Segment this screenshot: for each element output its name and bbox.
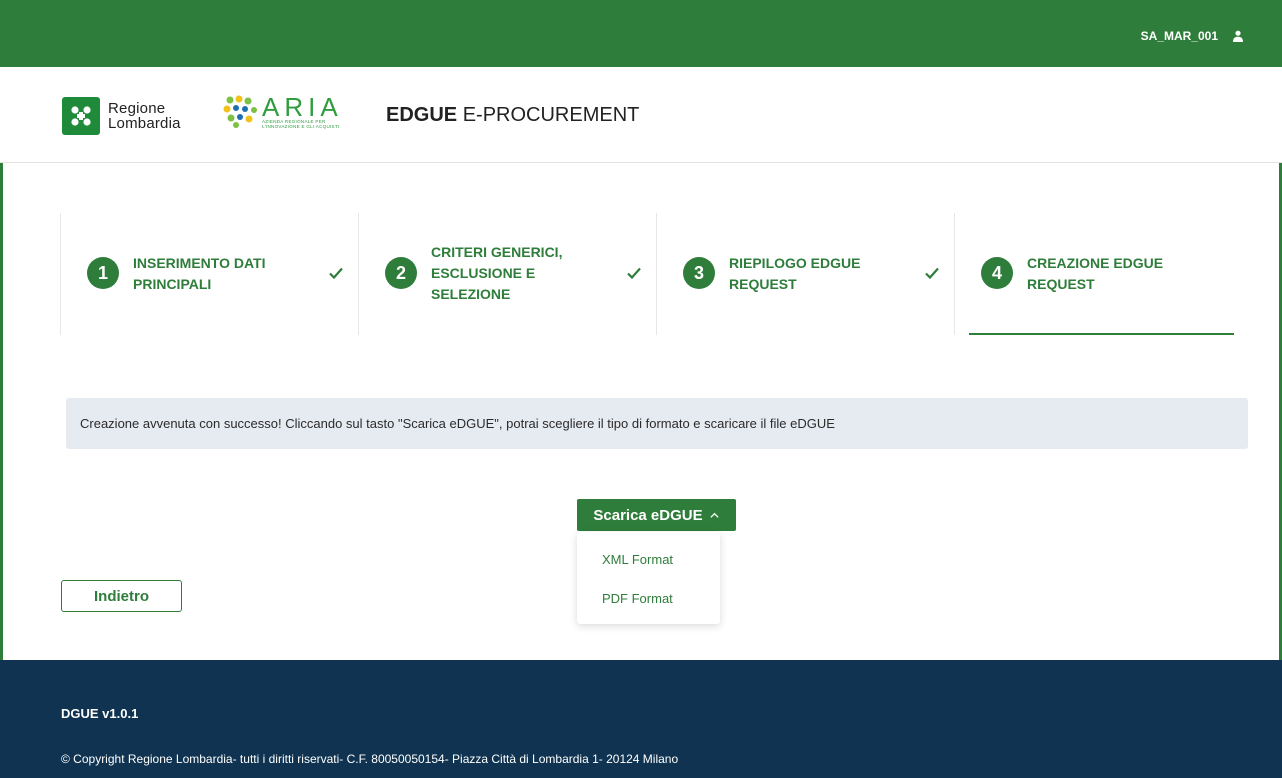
regione-lombardia-mark-icon bbox=[62, 97, 100, 135]
footer: DGUE v1.0.1 © Copyright Regione Lombardi… bbox=[0, 660, 1282, 778]
check-icon bbox=[925, 267, 939, 280]
step-label: CRITERI GENERICI, ESCLUSIONE E SELEZIONE bbox=[431, 244, 563, 302]
aria-logo[interactable]: ARIA AZIENDA REGIONALE PER L'INNOVAZIONE… bbox=[222, 92, 357, 129]
step-number: 4 bbox=[981, 257, 1013, 289]
site-header: Regione Lombardia ARIA AZIENDA REGIONALE… bbox=[0, 67, 1282, 163]
format-dropdown: XML Format PDF Format bbox=[577, 532, 720, 624]
step-number: 3 bbox=[683, 257, 715, 289]
download-button-label: Scarica eDGUE bbox=[593, 506, 703, 524]
xml-format-option[interactable]: XML Format bbox=[602, 552, 673, 567]
app-title-bold: EDGUE bbox=[386, 104, 458, 126]
step-label: RIEPILOGO EDGUE REQUEST bbox=[729, 255, 861, 292]
download-edgue-button[interactable]: Scarica eDGUE bbox=[577, 499, 736, 531]
check-icon bbox=[329, 267, 343, 280]
user-menu[interactable]: SA_MAR_001 bbox=[1141, 29, 1244, 43]
active-step-indicator bbox=[969, 333, 1234, 335]
aria-tagline: AZIENDA REGIONALE PER L'INNOVAZIONE E GL… bbox=[262, 119, 340, 129]
logo-line-1: Regione bbox=[108, 100, 166, 117]
step-3[interactable]: 3 RIEPILOGO EDGUE REQUEST bbox=[656, 213, 954, 335]
top-bar: SA_MAR_001 bbox=[0, 0, 1282, 67]
logo-line-2: Lombardia bbox=[108, 115, 181, 132]
pdf-format-option[interactable]: PDF Format bbox=[602, 591, 673, 606]
step-4[interactable]: 4 CREAZIONE EDGUE REQUEST bbox=[954, 213, 1252, 335]
version-label: DGUE v1.0.1 bbox=[61, 706, 139, 721]
step-2[interactable]: 2 CRITERI GENERICI, ESCLUSIONE E SELEZIONE bbox=[358, 213, 656, 335]
back-button[interactable]: Indietro bbox=[61, 580, 182, 612]
chevron-up-icon bbox=[709, 512, 719, 518]
copyright-text: © Copyright Regione Lombardia- tutti i d… bbox=[61, 752, 679, 766]
app-title: EDGUE E-PROCUREMENT bbox=[386, 104, 639, 127]
aria-dots-icon bbox=[223, 95, 257, 128]
success-alert: Creazione avvenuta con successo! Cliccan… bbox=[66, 398, 1248, 449]
step-number: 2 bbox=[385, 257, 417, 289]
step-number: 1 bbox=[87, 257, 119, 289]
aria-wordmark: ARIA bbox=[262, 92, 343, 122]
wizard-steps: 1 INSERIMENTO DATI PRINCIPALI 2 CRITERI G… bbox=[60, 213, 1256, 335]
check-icon bbox=[627, 267, 641, 280]
step-label: CREAZIONE EDGUE REQUEST bbox=[1027, 255, 1164, 292]
step-1[interactable]: 1 INSERIMENTO DATI PRINCIPALI bbox=[60, 213, 358, 335]
username[interactable]: SA_MAR_001 bbox=[1141, 29, 1218, 43]
step-label: INSERIMENTO DATI PRINCIPALI bbox=[133, 255, 266, 292]
app-title-rest: E-PROCUREMENT bbox=[462, 104, 640, 126]
user-icon[interactable] bbox=[1232, 30, 1244, 42]
regione-lombardia-logo[interactable]: Regione Lombardia bbox=[62, 97, 181, 135]
